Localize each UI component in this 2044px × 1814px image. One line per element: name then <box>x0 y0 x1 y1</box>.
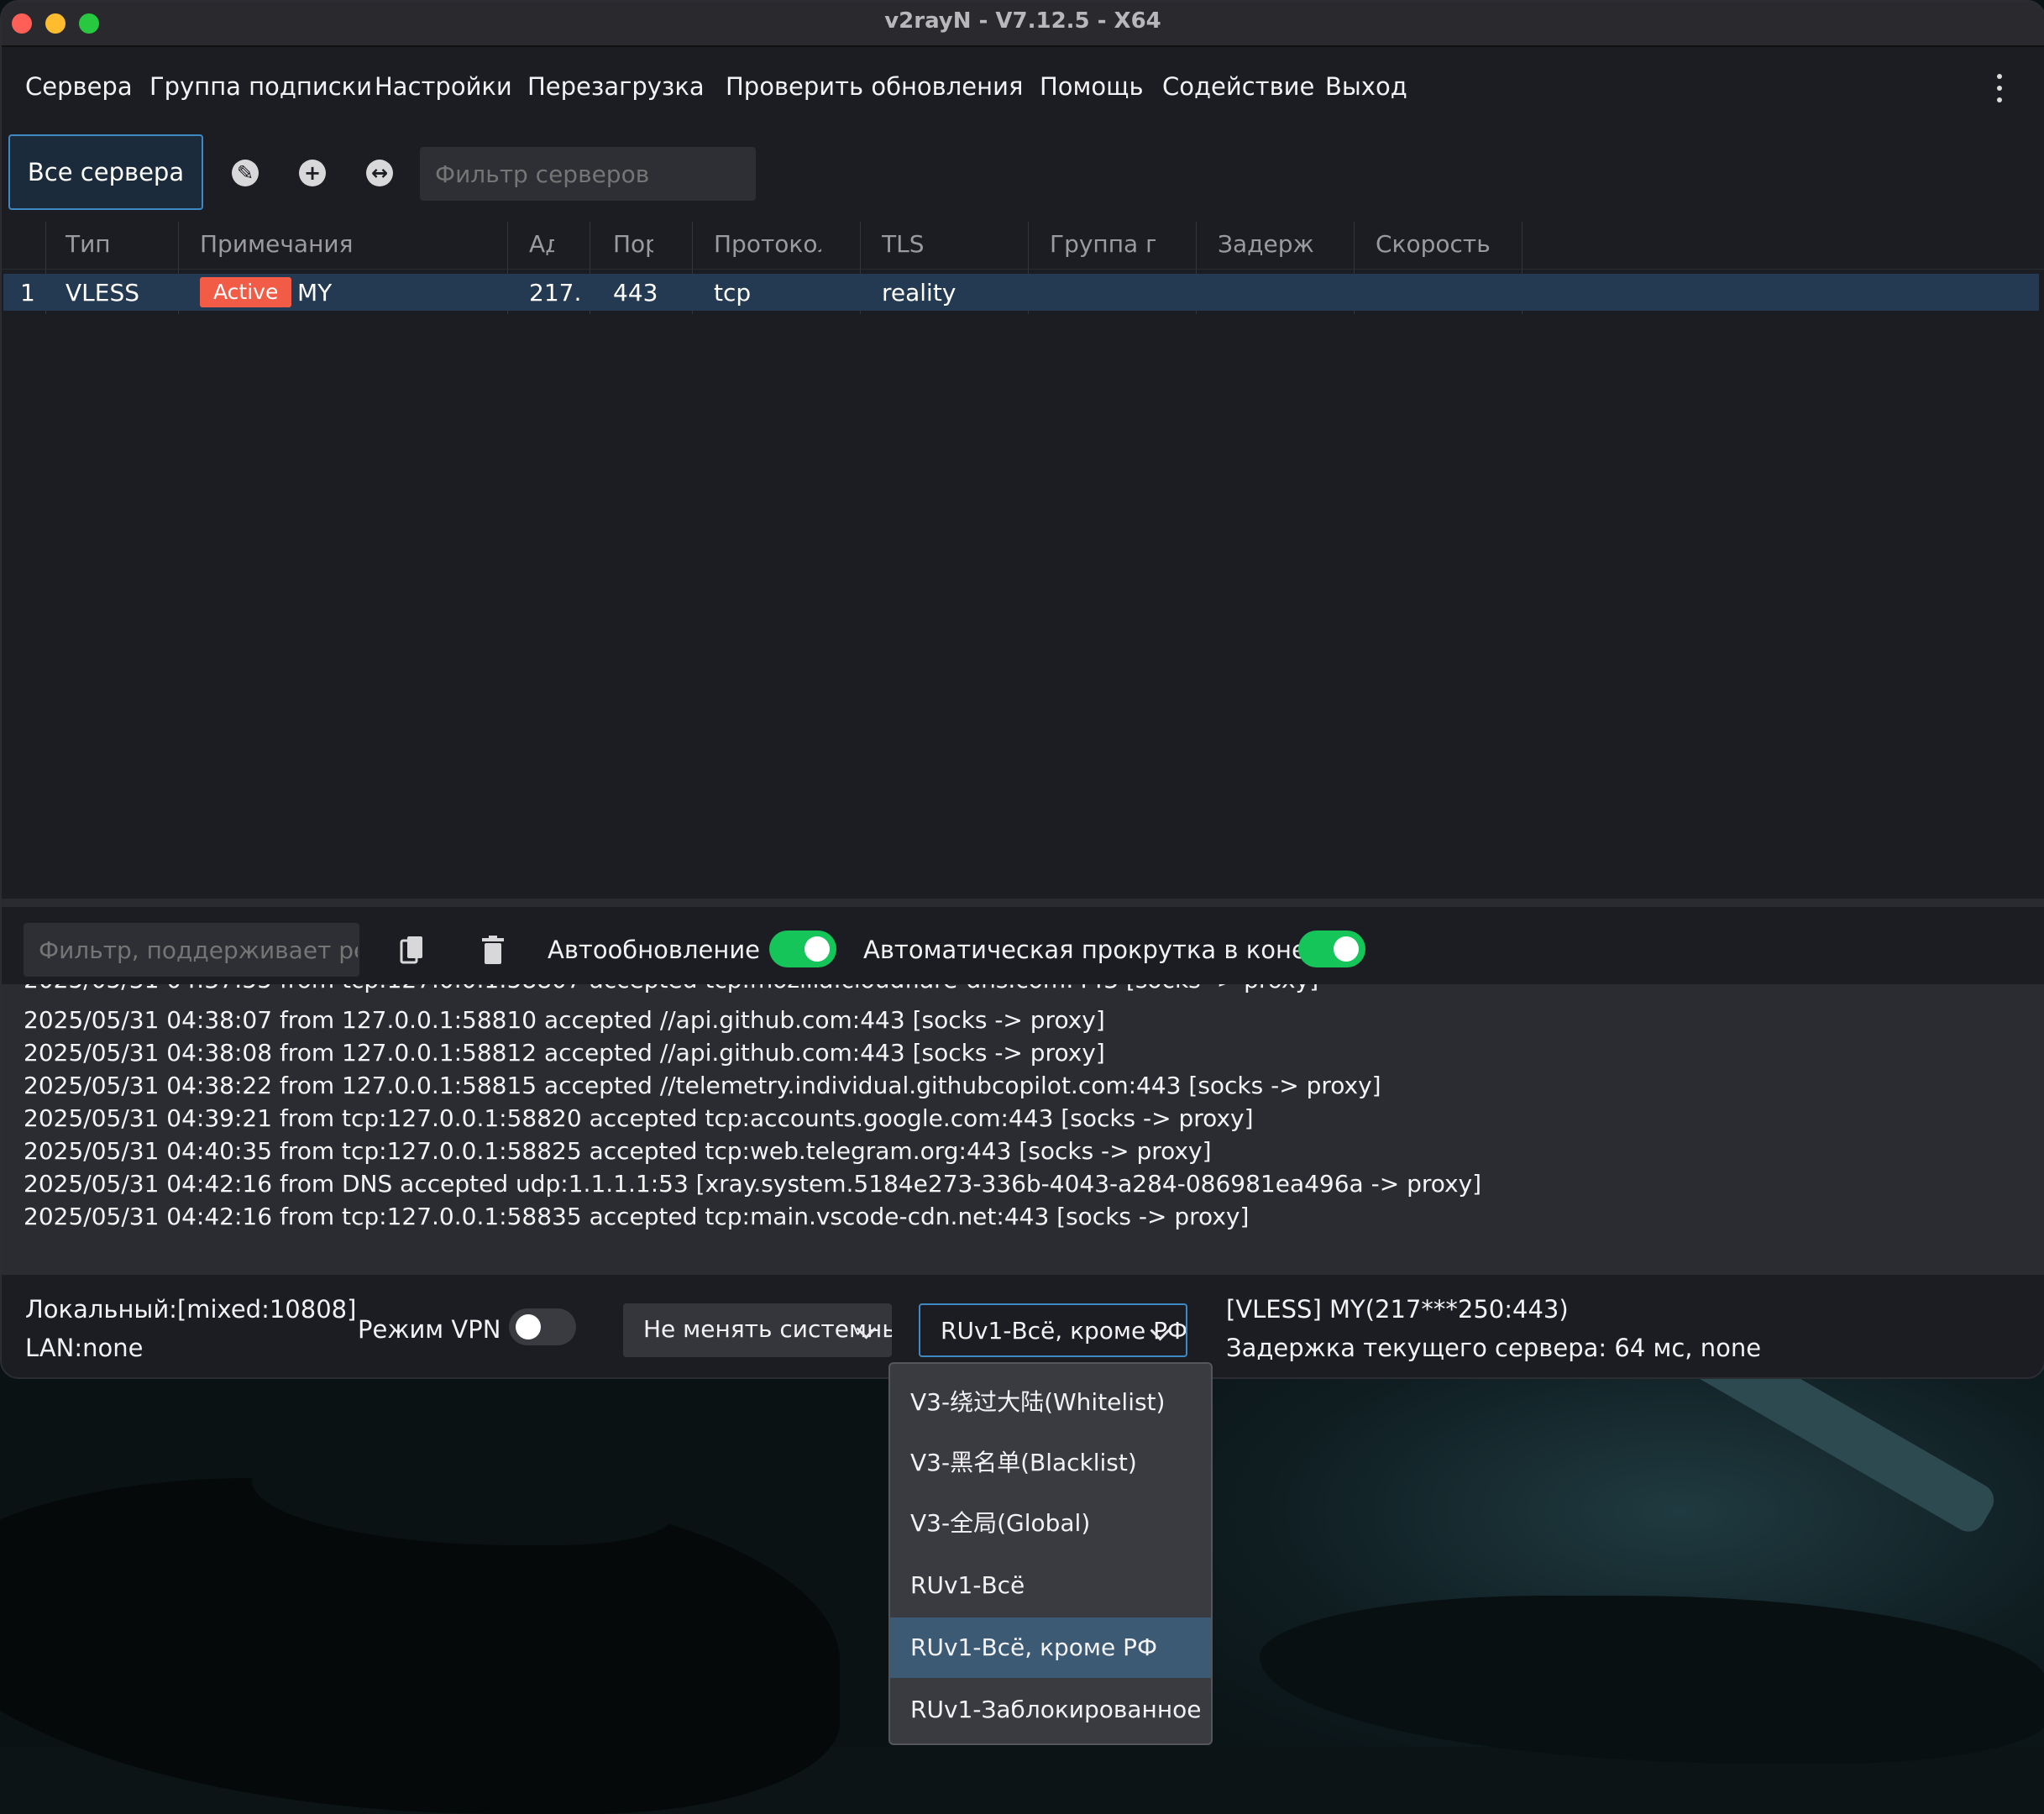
menu-help[interactable]: Помощь <box>1040 72 1144 101</box>
menu-check-updates[interactable]: Проверить обновления <box>726 72 1023 101</box>
row-tls: reality <box>882 279 956 307</box>
copy-icon[interactable] <box>400 936 425 966</box>
trash-icon[interactable] <box>480 936 506 966</box>
log-line: 2025/05/31 04:42:16 from tcp:127.0.0.1:5… <box>24 1203 1250 1230</box>
log-line: 2025/05/31 04:38:08 from 127.0.0.1:58812… <box>24 1039 1105 1067</box>
menu-reload[interactable]: Перезагрузка <box>527 72 705 101</box>
log-line: 2025/05/31 04:38:22 from 127.0.0.1:58815… <box>24 1072 1381 1099</box>
server-filter-input[interactable] <box>420 147 756 201</box>
log-line: 2025/05/31 04:38:07 from 127.0.0.1:58810… <box>24 1006 1105 1034</box>
title-bar: v2rayN - V7.12.5 - X64 <box>2 2 2044 47</box>
auto-scroll-label: Автоматическая прокрутка в конец <box>863 936 1323 964</box>
routing-select[interactable]: RUv1-Всё, кроме РФ <box>919 1303 1187 1357</box>
column-header-address[interactable]: Ад <box>529 230 554 258</box>
servers-table-header: Тип Примечания Ад Пор Протокол TLS Групп… <box>2 222 2044 270</box>
menu-servers[interactable]: Сервера <box>25 72 133 101</box>
menu-settings[interactable]: Настройки <box>375 72 512 101</box>
row-type: VLESS <box>66 279 139 307</box>
row-protocol: tcp <box>714 279 752 307</box>
system-proxy-select-value: Не менять системный прокси <box>643 1315 892 1343</box>
routing-dropdown-list: V3-绕过大陆(Whitelist) V3-黑名单(Blacklist) V3-… <box>888 1362 1213 1745</box>
column-header-port[interactable]: Пор <box>613 230 653 258</box>
add-icon[interactable]: + <box>299 160 326 186</box>
app-window: v2rayN - V7.12.5 - X64 Сервера Группа по… <box>0 0 2044 1379</box>
auto-refresh-label: Автообновление <box>548 936 761 964</box>
column-header-protocol[interactable]: Протокол <box>714 230 821 258</box>
auto-scroll-toggle[interactable] <box>1298 931 1365 967</box>
more-options-icon[interactable] <box>1997 74 2002 109</box>
lan-info: LAN:none <box>25 1334 144 1362</box>
edit-icon[interactable]: ✎ <box>232 160 259 186</box>
vpn-mode-label: Режим VPN <box>358 1315 501 1344</box>
row-remarks: MY <box>297 279 333 307</box>
row-port: 443 <box>613 279 658 307</box>
column-header-tls[interactable]: TLS <box>882 230 1008 258</box>
tab-all-servers[interactable]: Все сервера <box>8 134 203 210</box>
table-row[interactable]: 1 VLESS Active MY 217. 443 tcp reality <box>3 274 2039 311</box>
menu-donate[interactable]: Содействие <box>1162 72 1314 101</box>
column-header-type[interactable]: Тип <box>66 230 166 258</box>
routing-option-selected[interactable]: RUv1-Всё, кроме РФ <box>890 1617 1211 1678</box>
column-header-group[interactable]: Группа по <box>1050 230 1156 258</box>
local-port-info: Локальный:[mixed:10808] <box>25 1295 357 1324</box>
auto-refresh-toggle[interactable] <box>769 931 836 967</box>
active-badge: Active <box>200 277 292 307</box>
routing-option[interactable]: V3-黑名单(Blacklist) <box>890 1433 1211 1493</box>
menu-exit[interactable]: Выход <box>1325 72 1407 101</box>
log-filter-input[interactable] <box>24 923 359 977</box>
main-menu-bar: Сервера Группа подписки Настройки Переза… <box>2 69 2044 111</box>
vpn-mode-toggle[interactable] <box>509 1308 576 1345</box>
routing-option[interactable]: V3-绕过大陆(Whitelist) <box>890 1372 1211 1433</box>
routing-option[interactable]: V3-全局(Global) <box>890 1493 1211 1554</box>
system-proxy-select[interactable]: Не менять системный прокси <box>623 1303 892 1357</box>
column-header-delay[interactable]: Задержк <box>1218 230 1315 258</box>
log-line: 2025/05/31 04:40:35 from tcp:127.0.0.1:5… <box>24 1137 1212 1165</box>
column-header-speed[interactable]: Скорость <box>1376 230 1518 258</box>
log-line: 2025/05/31 04:39:21 from tcp:127.0.0.1:5… <box>24 1104 1254 1132</box>
log-toolbar: Автообновление Автоматическая прокрутка … <box>2 909 2044 984</box>
window-title: v2rayN - V7.12.5 - X64 <box>884 8 1161 34</box>
current-delay-info: Задержка текущего сервера: 64 мс, none <box>1226 1334 1762 1362</box>
current-server-info: [VLESS] MY(217***250:443) <box>1226 1295 1569 1324</box>
panel-splitter[interactable] <box>2 899 2044 907</box>
row-index: 1 <box>20 279 35 307</box>
move-icon[interactable]: ↔ <box>366 160 393 186</box>
log-output[interactable]: 2025/05/31 04:37:55 from tcp:127.0.0.1:5… <box>2 984 2044 1275</box>
menu-subscription-group[interactable]: Группа подписки <box>149 72 372 101</box>
log-line: 2025/05/31 04:42:16 from DNS accepted ud… <box>24 1170 1482 1198</box>
column-header-remarks[interactable]: Примечания <box>200 230 502 258</box>
log-line: 2025/05/31 04:37:55 from tcp:127.0.0.1:5… <box>24 984 1318 994</box>
routing-option[interactable]: RUv1-Заблокированное <box>890 1680 1211 1740</box>
routing-option[interactable]: RUv1-Всё <box>890 1555 1211 1616</box>
row-address: 217. <box>529 279 582 307</box>
